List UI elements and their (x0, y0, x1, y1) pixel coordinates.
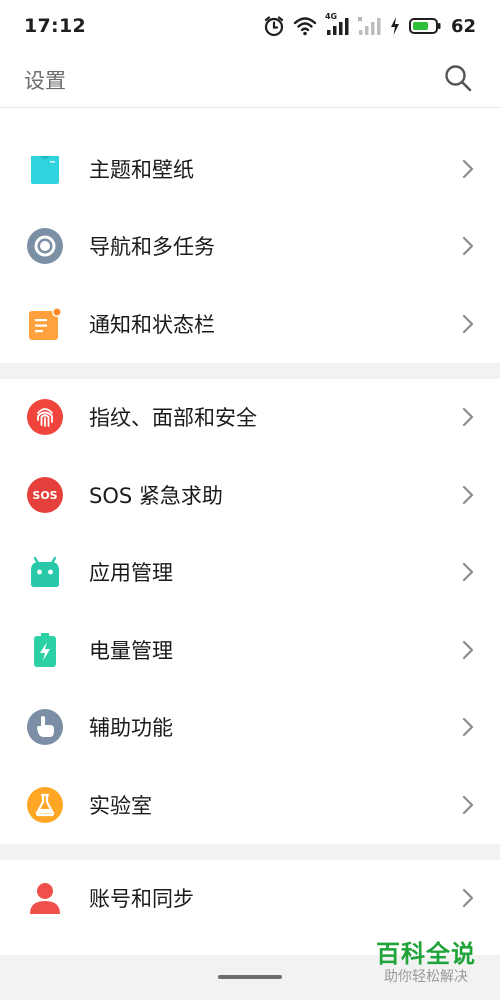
wifi-icon (293, 15, 317, 37)
android-icon (26, 553, 64, 591)
notification-icon (26, 305, 64, 343)
header: 设置 (0, 52, 500, 108)
settings-item-label: 通知和状态栏 (89, 312, 215, 337)
watermark: 百科全说 助你轻松解决 (366, 940, 486, 986)
settings-item-label: 主题和壁纸 (89, 157, 194, 182)
watermark-sub: 助你轻松解决 (384, 969, 468, 985)
status-icons: 4G 62 (263, 12, 476, 37)
settings-item-lab[interactable]: 实验室 (0, 766, 500, 844)
battery-level: 62 (450, 15, 476, 37)
chevron-right-icon (460, 313, 476, 335)
settings-item-label: 导航和多任务 (89, 235, 215, 260)
status-time: 17:12 (24, 15, 86, 37)
settings-item-account-sync[interactable]: 账号和同步 (0, 860, 500, 938)
settings-item-fingerprint-face-security[interactable]: 指纹、面部和安全 (0, 379, 500, 457)
signal-type-label: 4G (324, 12, 338, 21)
charging-icon (389, 16, 401, 36)
home-indicator[interactable] (218, 975, 282, 979)
sos-icon: SOS (26, 476, 64, 514)
page-title: 设置 (24, 68, 66, 93)
settings-item-label: SOS 紧急求助 (89, 483, 223, 508)
chevron-right-icon (460, 716, 476, 738)
settings-item-accessibility[interactable]: 辅助功能 (0, 689, 500, 767)
settings-item-sos-emergency[interactable]: SOS SOS 紧急求助 (0, 456, 500, 534)
chevron-right-icon (460, 887, 476, 909)
settings-item-navigation-multitask[interactable]: 导航和多任务 (0, 208, 500, 286)
settings-item-label: 电量管理 (89, 638, 173, 663)
settings-item-label: 辅助功能 (89, 716, 173, 741)
chevron-right-icon (460, 235, 476, 257)
battery-icon (408, 17, 441, 35)
search-icon (443, 63, 473, 97)
settings-item-label: 应用管理 (89, 561, 173, 586)
watermark-main: 百科全说 (376, 940, 476, 968)
search-button[interactable] (440, 62, 476, 98)
settings-group-account: 账号和同步 (0, 859, 500, 938)
hand-pointer-icon (26, 708, 64, 746)
fingerprint-icon (26, 398, 64, 436)
chevron-right-icon (460, 639, 476, 661)
chevron-right-icon (460, 158, 476, 180)
sos-icon-text: SOS (32, 489, 57, 502)
settings-item-label: 指纹、面部和安全 (89, 406, 257, 431)
group-divider (0, 843, 500, 860)
chevron-right-icon (460, 794, 476, 816)
chevron-right-icon (460, 484, 476, 506)
alarm-icon (263, 15, 285, 37)
settings-item-label: 账号和同步 (89, 887, 194, 912)
settings-item-notification-statusbar[interactable]: 通知和状态栏 (0, 285, 500, 363)
chevron-right-icon (460, 561, 476, 583)
signal-no-sim-icon (357, 15, 381, 37)
settings-item-battery-management[interactable]: 电量管理 (0, 611, 500, 689)
settings-list: 主题和壁纸 导航和多任务 通知和状态栏 指纹、面部和安全 SOS SOS 紧急求… (0, 130, 500, 937)
account-icon (26, 879, 64, 917)
battery-charge-icon (26, 631, 64, 669)
settings-item-app-management[interactable]: 应用管理 (0, 534, 500, 612)
signal-4g-icon: 4G (324, 12, 349, 37)
chevron-right-icon (460, 406, 476, 428)
settings-group-display: 主题和壁纸 导航和多任务 通知和状态栏 (0, 130, 500, 363)
settings-group-system: 指纹、面部和安全 SOS SOS 紧急求助 应用管理 电量管理 辅助功能 实验室 (0, 378, 500, 844)
status-bar: 17:12 4G 62 (0, 0, 500, 52)
navigation-circle-icon (26, 227, 64, 265)
settings-item-theme-wallpaper[interactable]: 主题和壁纸 (0, 130, 500, 208)
group-divider (0, 362, 500, 379)
theme-shirt-icon (26, 150, 64, 188)
settings-item-label: 实验室 (89, 793, 152, 818)
flask-icon (26, 786, 64, 824)
